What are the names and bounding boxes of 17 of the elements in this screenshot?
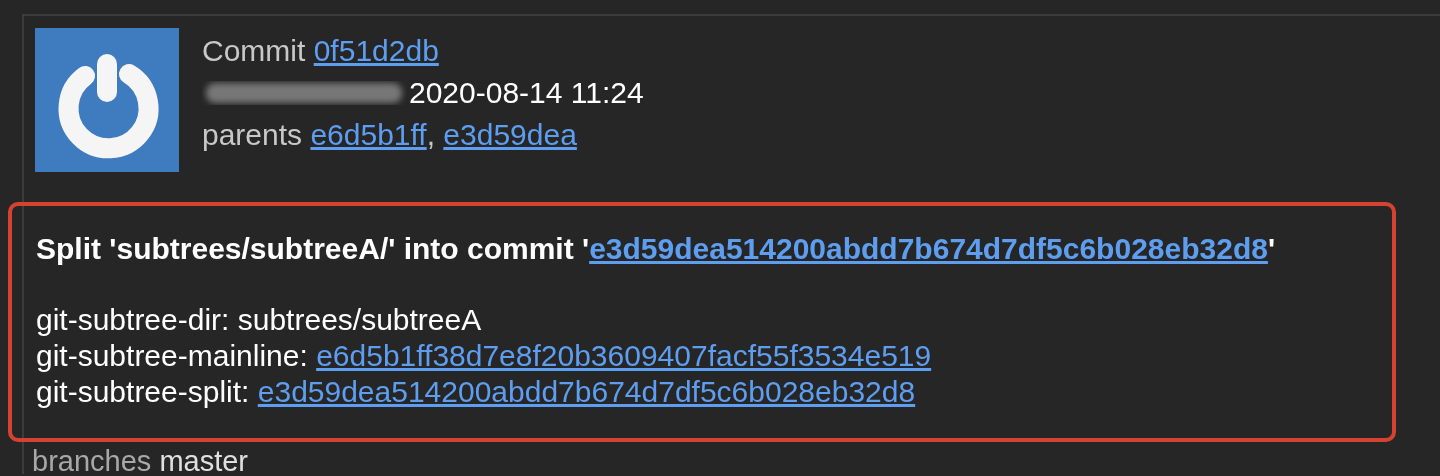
parents-label: parents xyxy=(202,117,303,153)
parent-hash-link[interactable]: e6d5b1ff xyxy=(310,114,427,156)
branch-name: master xyxy=(159,445,248,476)
branches-label: branches xyxy=(32,445,152,476)
commit-hash-link[interactable]: e6d5b1ff38d7e8f20b3609407facf55f3534e519 xyxy=(316,339,932,372)
commit-hash-link[interactable]: 0f51d2db xyxy=(313,30,439,72)
commit-hash-link[interactable]: e3d59dea514200abdd7b674d7df5c6b028eb32d8 xyxy=(257,375,916,408)
commit-date: 2020-08-14 11:24 xyxy=(409,75,644,111)
commit-label: Commit xyxy=(202,33,306,69)
parent-hash-link[interactable]: e3d59dea xyxy=(443,114,577,156)
avatar-power-icon xyxy=(35,28,179,172)
trailer-line: git-subtree-mainline: e6d5b1ff38d7e8f20b3609407facf55f3534e519 xyxy=(36,338,933,374)
trailer-line: git-subtree-dir: subtrees/subtreeA xyxy=(36,302,483,338)
commit-message-title: Split 'subtrees/subtreeA/' into commit 'e3d59dea514200abdd7b674d7df5c6b028eb32d8' xyxy=(36,232,1277,266)
trailer-line: git-subtree-split: e3d59dea514200abdd7b674d7df5c6b028eb32d8 xyxy=(36,374,917,410)
commit-hash-link[interactable]: e3d59dea514200abdd7b674d7df5c6b028eb32d8 xyxy=(589,232,1268,265)
comma-separator: , xyxy=(426,117,435,153)
